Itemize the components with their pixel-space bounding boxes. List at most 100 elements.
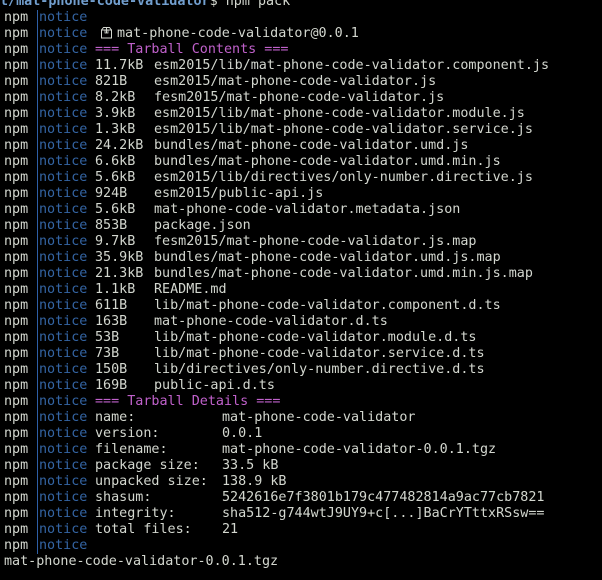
package-icon — [95, 26, 117, 42]
tarball-details-header: === Tarball Details === — [95, 394, 281, 409]
notice-prefix: notice — [39, 250, 88, 265]
gutter-bar — [37, 282, 38, 298]
file-size: 169B — [95, 378, 128, 393]
detail-value: sha512-g744wtJ9UY9+c[...]BaCrYTttxRSsw== — [222, 506, 545, 521]
file-path: lib/mat-phone-code-validator.component.d… — [154, 298, 501, 313]
file-size: 24.2kB — [95, 138, 144, 153]
gutter-bar — [37, 266, 38, 282]
file-path: fesm2015/mat-phone-code-validator.js — [154, 90, 445, 105]
npm-prefix: npm — [4, 138, 29, 153]
npm-prefix: npm — [4, 394, 29, 409]
npm-prefix: npm — [4, 90, 29, 105]
notice-prefix: notice — [39, 138, 88, 153]
file-path: fesm2015/mat-phone-code-validator.js.map — [154, 234, 477, 249]
detail-value: 138.9 kB — [222, 474, 287, 489]
notice-prefix: notice — [39, 298, 88, 313]
file-size: 1.3kB — [95, 122, 136, 137]
file-row: npm notice 853B package.json — [0, 218, 602, 234]
file-row: npm notice 169B public-api.d.ts — [0, 378, 602, 394]
gutter-bar — [37, 426, 38, 442]
file-size: 821B — [95, 74, 128, 89]
detail-row: npm notice unpacked size: 138.9 kB — [0, 474, 602, 490]
detail-row: npm notice name: mat-phone-code-validator — [0, 410, 602, 426]
file-row: npm notice 5.6kB mat-phone-code-validator.m… — [0, 202, 602, 218]
file-path: mat-phone-code-validator.d.ts — [154, 314, 388, 329]
gutter-bar — [37, 74, 38, 90]
file-row: npm notice 1.1kB README.md — [0, 282, 602, 298]
npm-prefix: npm — [4, 122, 29, 137]
npm-prefix: npm — [4, 442, 29, 457]
file-path: bundles/mat-phone-code-validator.umd.js — [154, 138, 469, 153]
file-size: 5.6kB — [95, 202, 136, 217]
notice-prefix: notice — [39, 410, 88, 425]
notice-prefix: notice — [39, 10, 88, 25]
npm-prefix: npm — [4, 330, 29, 345]
npm-prefix: npm — [4, 10, 29, 25]
notice-prefix: notice — [39, 394, 88, 409]
gutter-bar — [37, 442, 38, 458]
tarball-contents-header: === Tarball Contents === — [95, 42, 289, 57]
detail-row: npm notice integrity: sha512-g744wtJ9UY9+c[… — [0, 506, 602, 522]
file-size: 73B — [95, 346, 120, 361]
notice-prefix: notice — [39, 282, 88, 297]
file-size: 6.6kB — [95, 154, 136, 169]
npm-prefix: npm — [4, 58, 29, 73]
npm-prefix: npm — [4, 42, 29, 57]
notice-line: npm notice mat-phone-code-validator@0.0.1 — [0, 26, 602, 42]
file-path: lib/mat-phone-code-validator.module.d.ts — [154, 330, 477, 345]
notice-prefix: notice — [39, 122, 88, 137]
file-size: 21.3kB — [95, 266, 144, 281]
npm-prefix: npm — [4, 74, 29, 89]
prompt-line: t/mat-phone-code-validator$ npm pack — [0, 0, 602, 10]
file-path: bundles/mat-phone-code-validator.umd.min… — [154, 266, 533, 281]
notice-line: npm notice — [0, 538, 602, 554]
file-size: 9.7kB — [95, 234, 136, 249]
file-path: README.md — [154, 282, 227, 297]
gutter-bar — [37, 458, 38, 474]
gutter-bar — [37, 330, 38, 346]
notice-prefix: notice — [39, 90, 88, 105]
gutter-bar — [37, 250, 38, 266]
npm-prefix: npm — [4, 522, 29, 537]
tarball-file-list: npm notice 11.7kB esm2015/lib/mat-phone-cod… — [0, 58, 602, 394]
prompt-path: t/mat-phone-code-validator — [0, 0, 210, 9]
npm-prefix: npm — [4, 154, 29, 169]
notice-line: npm notice === Tarball Details === — [0, 394, 602, 410]
npm-prefix: npm — [4, 410, 29, 425]
file-row: npm notice 611B lib/mat-phone-code-validato… — [0, 298, 602, 314]
gutter-bar — [37, 138, 38, 154]
detail-key: shasum: — [95, 490, 152, 505]
npm-prefix: npm — [4, 506, 29, 521]
file-row: npm notice 1.3kB esm2015/lib/mat-phone-code… — [0, 122, 602, 138]
npm-prefix: npm — [4, 186, 29, 201]
notice-prefix: notice — [39, 314, 88, 329]
npm-prefix: npm — [4, 362, 29, 377]
file-path: lib/mat-phone-code-validator.service.d.t… — [154, 346, 485, 361]
notice-prefix: notice — [39, 186, 88, 201]
npm-prefix: npm — [4, 250, 29, 265]
file-size: 150B — [95, 362, 128, 377]
detail-row: npm notice total files: 21 — [0, 522, 602, 538]
notice-prefix: notice — [39, 266, 88, 281]
gutter-bar — [37, 26, 38, 42]
gutter-bar — [37, 346, 38, 362]
gutter-bar — [37, 490, 38, 506]
file-size: 5.6kB — [95, 170, 136, 185]
output-filename-line: mat-phone-code-validator-0.0.1.tgz — [0, 554, 602, 570]
gutter-bar — [37, 42, 38, 58]
file-size: 853B — [95, 218, 128, 233]
file-size: 163B — [95, 314, 128, 329]
npm-prefix: npm — [4, 474, 29, 489]
file-row: npm notice 11.7kB esm2015/lib/mat-phone-cod… — [0, 58, 602, 74]
notice-line: npm notice — [0, 10, 602, 26]
file-row: npm notice 9.7kB fesm2015/mat-phone-code-va… — [0, 234, 602, 250]
file-path: esm2015/mat-phone-code-validator.js — [154, 74, 437, 89]
file-path: package.json — [154, 218, 251, 233]
file-row: npm notice 6.6kB bundles/mat-phone-code-val… — [0, 154, 602, 170]
tarball-details-list: npm notice name: mat-phone-code-validator np… — [0, 410, 602, 538]
gutter-bar — [37, 202, 38, 218]
output-filename: mat-phone-code-validator-0.0.1.tgz — [4, 554, 279, 569]
file-row: npm notice 163B mat-phone-code-validator.d.… — [0, 314, 602, 330]
file-path: public-api.d.ts — [154, 378, 275, 393]
file-size: 611B — [95, 298, 128, 313]
